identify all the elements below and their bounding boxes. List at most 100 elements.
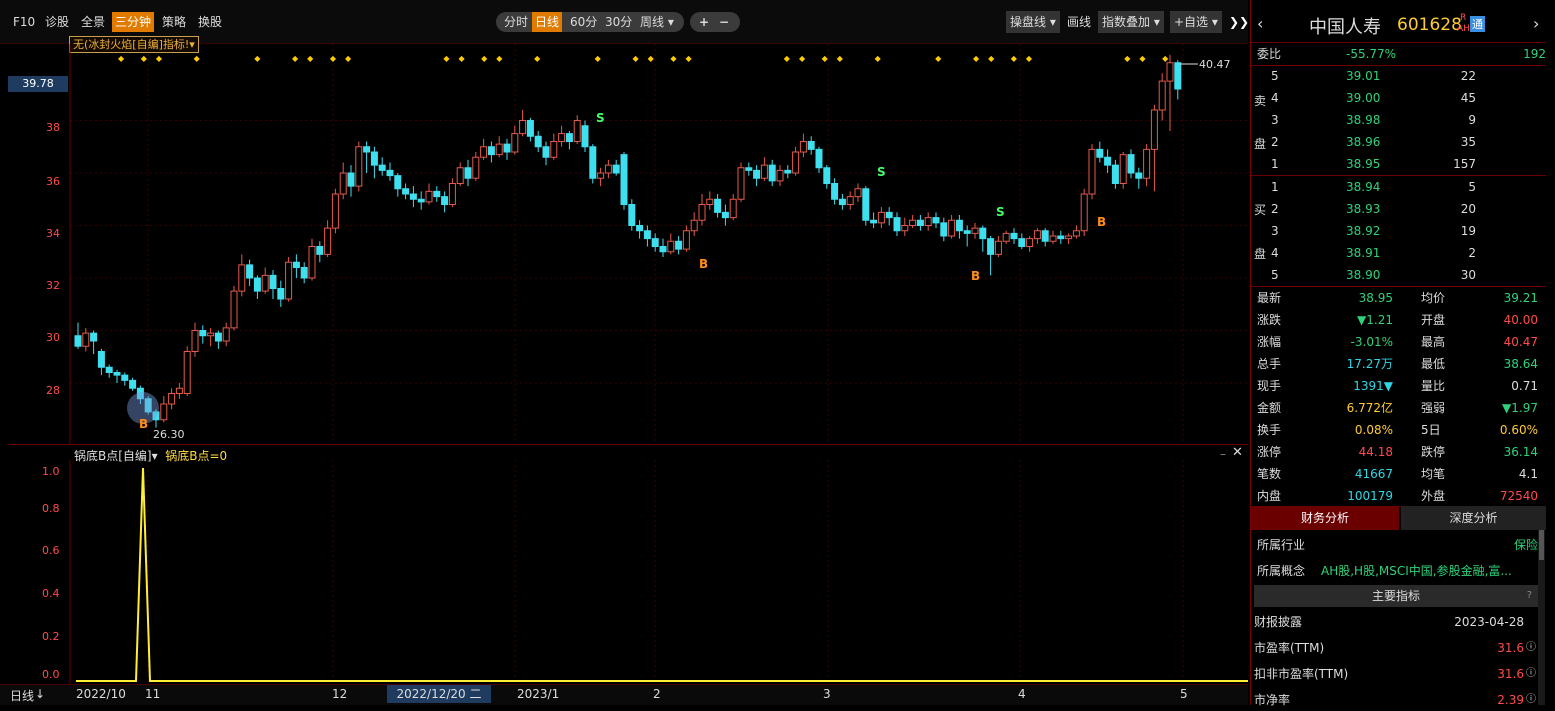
tab-caiwu[interactable]: 财务分析 — [1251, 506, 1399, 530]
book-price[interactable]: 38.98 — [1346, 109, 1380, 131]
book-volume: 157 — [1453, 157, 1476, 171]
info-icon[interactable]: ⓘ — [1526, 663, 1536, 685]
book-row[interactable]: 2 38.93 20 — [1251, 198, 1546, 220]
zhengu-button[interactable]: 诊股 — [45, 12, 69, 32]
info-icon[interactable]: ⓘ — [1526, 637, 1536, 659]
quanjing-button[interactable]: 全景 — [81, 12, 105, 32]
stat-label: 涨停 — [1257, 445, 1282, 459]
book-level: 5 — [1271, 69, 1279, 83]
book-level: 2 — [1271, 135, 1279, 149]
period-rixian[interactable]: 日线 — [532, 12, 563, 32]
book-row[interactable]: 3 38.92 19 — [1251, 220, 1546, 242]
book-row[interactable]: 5 39.01 22 — [1251, 65, 1546, 87]
close-icon[interactable]: ✕ — [1232, 445, 1243, 460]
candle-body — [308, 246, 316, 279]
stat-label: 笔数 — [1257, 467, 1282, 481]
book-row[interactable]: 2 38.96 35 — [1251, 131, 1546, 153]
book-volume: 9 — [1468, 113, 1476, 127]
candlestick-chart[interactable]: ◆ ◆ ◆ ◆ ◆ ◆ ◆ ◆ ◆ ◆ ◆ ◆ ◆ ◆ ◆ ◆ ◆ ◆ ◆ ◆ ◆ ◆ ◆ ◆ ◆ ◆ ◆ ◆ ◆ ◆ ◆ ◆ 40.47 26.… — [0, 44, 1248, 444]
book-volume: 2 — [1468, 246, 1476, 260]
stat-label: 外盘 — [1421, 489, 1446, 503]
industry-value[interactable]: 保险 — [1514, 534, 1538, 556]
pane-divider[interactable] — [8, 444, 1248, 445]
prev-stock-icon[interactable]: ‹ — [1257, 14, 1263, 33]
collapse-icon[interactable]: ❯❯ — [1229, 12, 1249, 32]
book-price[interactable]: 38.95 — [1346, 153, 1380, 175]
book-price[interactable]: 38.90 — [1346, 264, 1380, 286]
period-60[interactable]: 60分 — [570, 12, 597, 32]
candle-body — [519, 120, 527, 135]
huaxian-button[interactable]: 画线 — [1067, 12, 1091, 32]
fin-value: 31.6 — [1497, 641, 1524, 655]
candle-body — [729, 198, 737, 219]
stat-label: 涨幅 — [1257, 335, 1282, 349]
book-volume: 30 — [1460, 268, 1476, 282]
diamond-marker: ◆ — [595, 54, 602, 63]
stat-value: 40.00 — [1503, 313, 1538, 327]
minimize-icon[interactable]: – — [1220, 447, 1226, 461]
diamond-marker: ◆ — [458, 54, 465, 63]
book-price[interactable]: 38.91 — [1346, 242, 1380, 264]
book-price[interactable]: 39.01 — [1346, 65, 1380, 87]
scrollbar[interactable] — [1538, 530, 1545, 705]
book-row[interactable]: 3 38.98 9 — [1251, 109, 1546, 131]
huangu-button[interactable]: 换股 — [198, 12, 222, 32]
sanfenzhong-button[interactable]: 三分钟 — [112, 12, 155, 32]
x-label: 3 — [823, 687, 831, 701]
help-icon[interactable]: ? — [1527, 585, 1532, 607]
book-row[interactable]: 5 38.90 30 — [1251, 264, 1546, 286]
indicator2-chart[interactable] — [0, 460, 1248, 684]
book-row[interactable]: 4 39.00 45 — [1251, 87, 1546, 109]
candle-body — [285, 261, 293, 300]
book-level: 3 — [1271, 113, 1279, 127]
candle-body — [456, 167, 464, 184]
candle-body — [1158, 80, 1166, 111]
down-arrow-icon[interactable]: ↓ — [35, 687, 45, 701]
book-row[interactable]: 1 38.94 5 — [1251, 176, 1546, 198]
caopanxian-dropdown[interactable]: 操盘线 ▾ — [1006, 11, 1060, 33]
next-stock-icon[interactable]: › — [1533, 14, 1539, 33]
x-label: 12 — [332, 687, 348, 701]
book-price[interactable]: 38.96 — [1346, 131, 1380, 153]
candle-body — [324, 227, 332, 255]
period-fenshi[interactable]: 分时 — [504, 12, 528, 32]
book-row[interactable]: 4 38.91 2 — [1251, 242, 1546, 264]
diamond-marker: ◆ — [156, 54, 163, 63]
diamond-marker: ◆ — [345, 54, 352, 63]
stat-value: 36.14 — [1503, 445, 1538, 459]
diamond-marker: ◆ — [799, 54, 806, 63]
candle-body — [706, 198, 714, 205]
scrollbar-thumb[interactable] — [1539, 530, 1544, 560]
zhishu-dropdown[interactable]: 指数叠加 ▾ — [1098, 11, 1164, 33]
book-price[interactable]: 38.93 — [1346, 198, 1380, 220]
zoom-out-button[interactable]: − — [719, 12, 729, 32]
period-label[interactable]: 日线 — [10, 687, 34, 704]
tab-shendu[interactable]: 深度分析 — [1401, 506, 1546, 530]
book-level: 2 — [1271, 202, 1279, 216]
candle-body — [721, 211, 729, 219]
candle-body — [971, 227, 979, 234]
diamond-marker: ◆ — [118, 54, 125, 63]
f10-button[interactable]: F10 — [13, 12, 35, 32]
candle-body — [433, 190, 441, 198]
diamond-marker: ◆ — [1026, 54, 1033, 63]
book-row[interactable]: 1 38.95 157 — [1251, 153, 1546, 175]
period-30[interactable]: 30分 — [605, 12, 632, 32]
info-icon[interactable]: ⓘ — [1526, 689, 1536, 711]
book-level: 3 — [1271, 224, 1279, 238]
book-price[interactable]: 39.00 — [1346, 87, 1380, 109]
book-price[interactable]: 38.92 — [1346, 220, 1380, 242]
zixuan-dropdown[interactable]: +自选 ▾ — [1170, 11, 1222, 33]
candle-body — [1174, 62, 1182, 90]
book-price[interactable]: 38.94 — [1346, 176, 1380, 198]
celue-button[interactable]: 策略 — [162, 12, 186, 32]
candle-body — [1111, 164, 1119, 184]
candle-body — [565, 133, 573, 142]
period-week[interactable]: 周线 ▾ — [640, 12, 674, 32]
industry-label: 所属行业 — [1257, 538, 1306, 552]
stat-value: 0.60% — [1499, 423, 1538, 437]
concept-value[interactable]: AH股,H股,MSCI中国,参股金融,富... — [1321, 560, 1512, 582]
candle-body — [370, 151, 378, 166]
stat-row: 金额 6.772亿 强弱 ▼1.97 — [1251, 397, 1546, 419]
zoom-in-button[interactable]: + — [699, 12, 709, 32]
